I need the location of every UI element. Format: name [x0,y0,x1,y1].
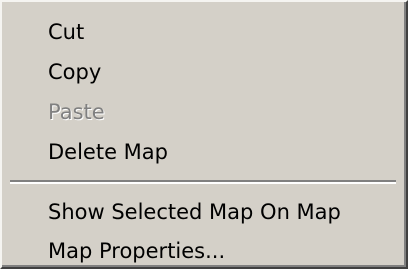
menu-item-map-properties[interactable]: Map Properties... [2,231,402,271]
menu-separator [10,180,396,184]
menu-item-paste: Paste [48,100,105,124]
menu-item-show-selected-map[interactable]: Show Selected Map On Map [2,192,402,232]
menu-item-copy[interactable]: Copy [2,52,402,92]
menu-item-delete-map[interactable]: Delete Map [2,132,402,172]
context-menu: Cut Copy Paste Delete Map Show Selected … [0,0,408,269]
menu-item-cut[interactable]: Cut [2,12,402,52]
